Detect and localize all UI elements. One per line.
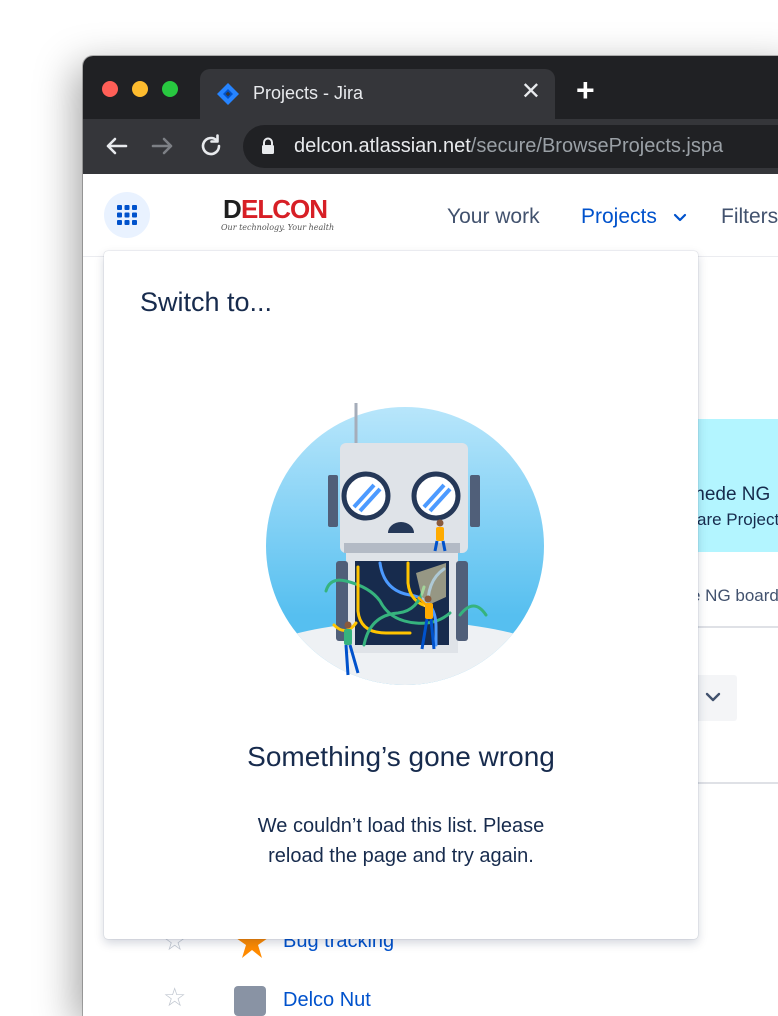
url-host: delcon.atlassian.net <box>294 135 471 157</box>
reload-icon[interactable] <box>196 131 226 161</box>
minimize-window-button[interactable] <box>132 81 148 97</box>
star-icon[interactable]: ☆ <box>163 982 186 1013</box>
error-message-line: reload the page and try again. <box>268 845 534 867</box>
divider <box>697 782 778 784</box>
switch-to-dropdown: Switch to... Something’s gone wrong We c… <box>104 251 698 939</box>
board-link[interactable]: e NG board <box>691 586 778 606</box>
back-arrow-icon[interactable] <box>101 131 131 161</box>
banner-subtitle: are Project <box>697 510 778 529</box>
error-message: We couldn’t load this list. Please reloa… <box>104 811 698 871</box>
svg-text:ELCON: ELCON <box>241 194 327 224</box>
tab-title: Projects - Jira <box>253 83 364 103</box>
new-tab-button[interactable]: + <box>576 74 595 106</box>
browser-toolbar: delcon.atlassian.net/secure/BrowseProjec… <box>83 119 778 174</box>
address-bar[interactable]: delcon.atlassian.net/secure/BrowseProjec… <box>243 125 778 168</box>
broken-robot-illustration <box>266 403 544 685</box>
svg-text:D: D <box>223 194 241 224</box>
grid-icon <box>117 205 137 225</box>
tab-strip: Projects - Jira ✕ + <box>83 56 778 119</box>
jira-page: D ELCON Our technology. Your health Your… <box>83 174 778 1016</box>
maximize-window-button[interactable] <box>162 81 178 97</box>
divider <box>697 626 778 628</box>
jira-top-nav: D ELCON Our technology. Your health Your… <box>83 174 778 257</box>
error-message-line: We couldn’t load this list. Please <box>257 815 545 837</box>
nav-your-work[interactable]: Your work <box>447 205 540 229</box>
nav-projects[interactable]: Projects <box>581 205 657 229</box>
jira-favicon-icon <box>217 83 239 105</box>
lock-icon <box>262 137 274 154</box>
project-link[interactable]: Delco Nut <box>283 989 371 1012</box>
url-text: delcon.atlassian.net/secure/BrowseProjec… <box>294 135 723 158</box>
chevron-down-icon[interactable] <box>673 213 687 223</box>
forward-arrow-icon[interactable] <box>148 131 178 161</box>
svg-text:Our technology. Your health: Our technology. Your health <box>221 223 334 232</box>
dropdown-title: Switch to... <box>140 287 273 317</box>
browser-tab[interactable]: Projects - Jira ✕ <box>200 69 555 119</box>
nav-filters[interactable]: Filters <box>721 205 778 229</box>
app-switcher-button[interactable] <box>104 192 150 238</box>
banner-title: mede NG <box>689 484 771 505</box>
browser-window: Projects - Jira ✕ + delcon.atlassian.net… <box>83 56 778 1016</box>
chevron-down-icon <box>705 692 721 702</box>
close-window-button[interactable] <box>102 81 118 97</box>
url-path: /secure/BrowseProjects.jspa <box>470 135 724 157</box>
delcon-logo[interactable]: D ELCON Our technology. Your health <box>219 194 339 234</box>
error-heading: Something’s gone wrong <box>247 741 555 772</box>
project-avatar-icon <box>234 986 266 1016</box>
tab-close-icon[interactable]: ✕ <box>521 80 541 104</box>
